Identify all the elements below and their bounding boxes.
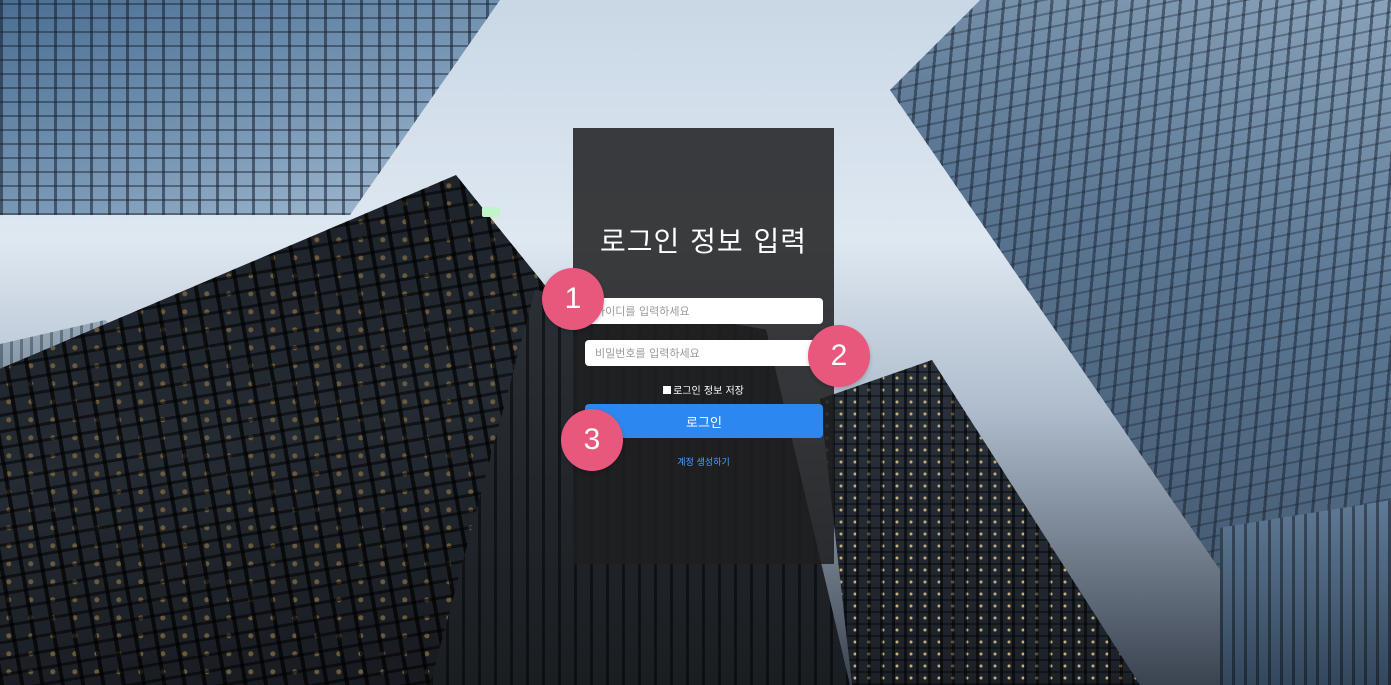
step-marker-3: 3: [561, 409, 623, 471]
id-input[interactable]: [585, 298, 823, 324]
background-building: [820, 360, 1140, 685]
login-title: 로그인 정보 입력: [599, 225, 808, 258]
login-page: 로그인 정보 입력 로그인 정보 저장 로그인 계정 생성하기 1 2 3: [0, 0, 1391, 685]
step-marker-2: 2: [808, 325, 870, 387]
remember-login-checkbox[interactable]: 로그인 정보 저장: [573, 382, 834, 397]
remember-login-label: 로그인 정보 저장: [673, 386, 744, 397]
checkbox-icon[interactable]: [663, 385, 672, 394]
password-input[interactable]: [585, 340, 823, 366]
step-marker-1: 1: [542, 268, 604, 330]
background-building: [1220, 500, 1391, 685]
login-panel: 로그인 정보 입력 로그인 정보 저장 로그인 계정 생성하기: [573, 128, 834, 564]
background-building: [0, 0, 500, 215]
building-sign: [482, 207, 500, 217]
